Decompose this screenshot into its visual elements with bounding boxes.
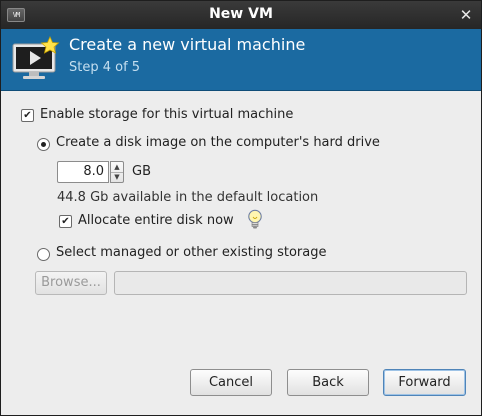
- wizard-step: Step 4 of 5: [69, 60, 141, 75]
- disk-size-unit: GB: [132, 164, 151, 179]
- enable-storage-label[interactable]: Enable storage for this virtual machine: [40, 107, 293, 122]
- browse-button[interactable]: Browse...: [35, 271, 107, 295]
- enable-storage-checkbox[interactable]: ✔: [21, 109, 34, 122]
- window-title: New VM: [209, 6, 273, 22]
- create-disk-label[interactable]: Create a disk image on the computer's ha…: [56, 135, 380, 150]
- existing-storage-radio[interactable]: [37, 248, 50, 261]
- create-disk-radio[interactable]: [37, 138, 50, 151]
- lightbulb-icon: [248, 209, 262, 229]
- decrement-icon[interactable]: ▼: [111, 172, 123, 182]
- cancel-button[interactable]: Cancel: [190, 369, 272, 396]
- allocate-disk-checkbox[interactable]: ✔: [59, 215, 72, 228]
- wizard-heading: Create a new virtual machine: [69, 35, 306, 54]
- available-space-text: 44.8 Gb available in the default locatio…: [57, 190, 319, 205]
- wizard-header: Create a new virtual machine Step 4 of 5: [1, 29, 481, 91]
- disk-size-stepper[interactable]: ▲ ▼: [110, 161, 124, 183]
- close-icon[interactable]: ✕: [457, 6, 475, 24]
- allocate-disk-label[interactable]: Allocate entire disk now: [78, 213, 234, 228]
- forward-button[interactable]: Forward: [383, 369, 466, 396]
- storage-path-field[interactable]: [114, 271, 467, 295]
- new-vm-dialog: VM New VM ✕ Create a new virtual machine…: [0, 0, 482, 416]
- existing-storage-label[interactable]: Select managed or other existing storage: [56, 245, 326, 260]
- monitor-star-icon: [12, 36, 60, 79]
- title-bar[interactable]: VM New VM ✕: [1, 1, 481, 29]
- back-button[interactable]: Back: [287, 369, 369, 396]
- disk-size-input[interactable]: 8.0: [57, 161, 109, 183]
